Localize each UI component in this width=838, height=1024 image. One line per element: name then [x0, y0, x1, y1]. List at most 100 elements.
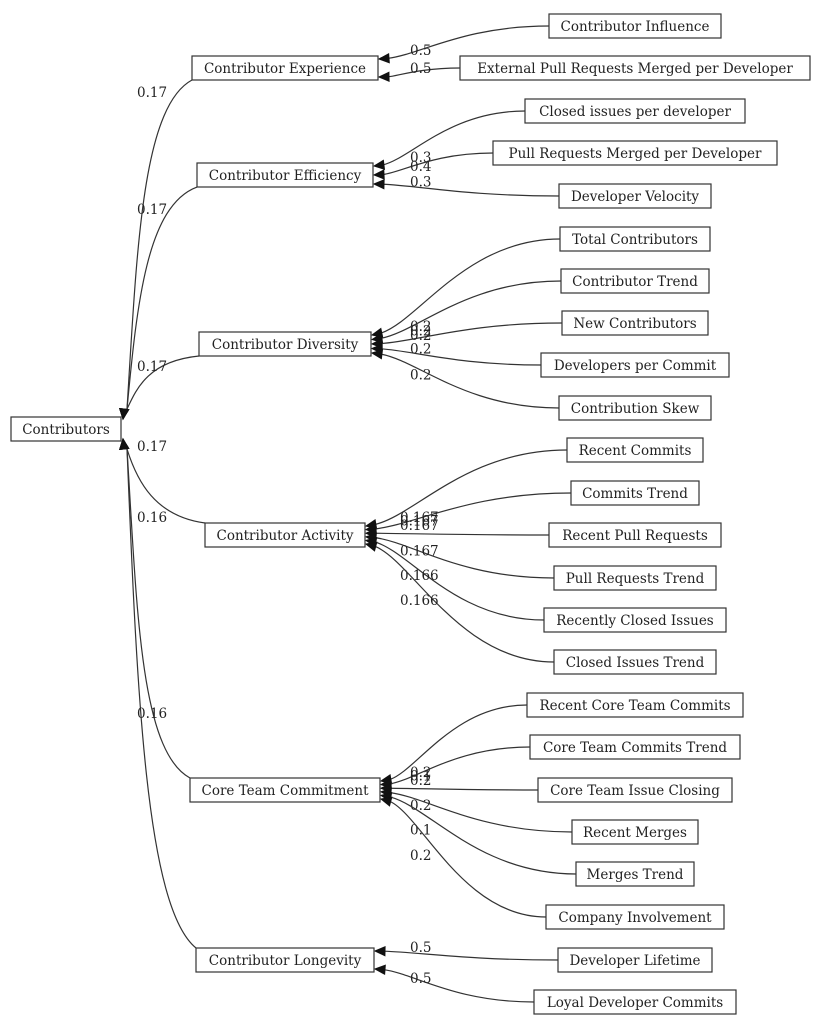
edge-weight-metric: 0.2 [410, 848, 431, 864]
metric-node[interactable]: Company Involvement [545, 904, 725, 930]
edge-metric-to-activity [364, 532, 555, 579]
metric-node-label: Commits Trend [582, 486, 688, 502]
arrowhead-icon [364, 541, 378, 552]
edge-weight-metric: 0.167 [400, 518, 439, 534]
edge-line [383, 969, 535, 1003]
metric-node[interactable]: Commits Trend [570, 480, 700, 506]
edge-weight-diversity: 0.17 [137, 359, 167, 375]
edge-metric-to-diversity [370, 349, 560, 409]
metric-node-label: Closed Issues Trend [566, 655, 705, 671]
category-node-experience-label: Contributor Experience [204, 61, 366, 77]
metric-node[interactable]: Core Team Commits Trend [529, 734, 741, 760]
edge-metric-to-core-team [379, 782, 539, 794]
edge-metric-to-longevity [373, 964, 535, 1003]
metric-node-label: Recent Core Team Commits [539, 698, 730, 714]
category-node-activity-label: Contributor Activity [216, 528, 353, 544]
category-node-experience[interactable]: Contributor Experience [191, 55, 379, 81]
edge-metric-to-efficiency [372, 179, 560, 197]
metric-node-label: Core Team Commits Trend [543, 740, 727, 756]
category-node-efficiency-label: Contributor Efficiency [209, 168, 362, 184]
arrowhead-icon [377, 71, 390, 83]
edge-line [126, 448, 191, 779]
metric-node[interactable]: Core Team Issue Closing [537, 777, 733, 803]
metric-node-label: Closed issues per developer [539, 104, 731, 120]
edge-weight-metric: 0.5 [410, 61, 431, 77]
root-node-contributors[interactable]: Contributors [10, 416, 122, 442]
category-node-activity[interactable]: Contributor Activity [204, 522, 366, 548]
arrowhead-icon [372, 169, 385, 180]
metric-node[interactable]: New Contributors [561, 310, 709, 336]
metric-node[interactable]: Recent Core Team Commits [526, 692, 744, 718]
arrowhead-icon [373, 964, 386, 976]
edge-line [380, 280, 562, 339]
metric-node[interactable]: Closed issues per developer [524, 98, 746, 124]
edge-efficiency-to-root [119, 186, 198, 421]
metric-node[interactable]: Pull Requests Merged per Developer [492, 140, 778, 166]
metric-node-label: Contributor Trend [572, 274, 698, 290]
edge-metric-to-diversity [370, 238, 561, 338]
metric-node-label: Company Involvement [558, 910, 712, 926]
metric-node-label: Recent Commits [579, 443, 692, 459]
edge-metric-to-diversity [370, 280, 562, 344]
metric-node[interactable]: Contributor Trend [560, 268, 710, 294]
edge-line [380, 353, 560, 409]
metric-node[interactable]: Total Contributors [559, 226, 711, 252]
category-node-longevity[interactable]: Contributor Longevity [195, 947, 375, 973]
edge-weight-metric: 0.5 [410, 971, 431, 987]
category-node-diversity-label: Contributor Diversity [212, 337, 359, 353]
metric-node[interactable]: Developer Velocity [558, 183, 712, 209]
metric-node[interactable]: Recent Commits [566, 437, 704, 463]
metric-node[interactable]: Merges Trend [575, 861, 695, 887]
edge-line [380, 238, 561, 334]
edge-metric-to-core-team [379, 746, 531, 789]
arrowhead-icon [377, 52, 390, 64]
edge-weight-metric: 0.5 [410, 43, 431, 59]
edge-core-team-to-root [119, 437, 191, 779]
edge-weight-metric: 0.166 [400, 593, 439, 609]
metric-node[interactable]: Loyal Developer Commits [533, 989, 737, 1015]
metric-node-label: Core Team Issue Closing [550, 783, 720, 799]
metric-node[interactable]: Contributor Influence [548, 13, 722, 39]
edge-weight-metric: 0.3 [410, 175, 431, 191]
edge-weight-metric: 0.2 [410, 367, 431, 383]
edge-weight-metric: 0.5 [410, 940, 431, 956]
metric-node-label: Developer Lifetime [569, 953, 700, 969]
category-node-core-team[interactable]: Core Team Commitment [189, 777, 381, 803]
edge-weight-metric: 0.167 [400, 543, 439, 559]
metric-tree-diagram: 0.170.50.50.170.30.40.30.170.20.20.20.20… [10, 13, 811, 1015]
category-node-diversity[interactable]: Contributor Diversity [198, 331, 372, 357]
edge-metric-to-activity [364, 541, 555, 663]
metric-node-label: Developers per Commit [554, 358, 717, 374]
metric-node-label: Recently Closed Issues [556, 613, 714, 629]
edge-line [126, 186, 198, 410]
edge-line [380, 322, 563, 345]
category-node-core-team-label: Core Team Commitment [202, 783, 370, 799]
metric-node[interactable]: Pull Requests Trend [553, 565, 717, 591]
metric-node[interactable]: Developers per Commit [540, 352, 730, 378]
edge-weight-metric: 0.4 [410, 159, 431, 175]
metric-node[interactable]: Closed Issues Trend [553, 649, 717, 675]
metric-node-label: Merges Trend [587, 867, 684, 883]
metric-node[interactable]: Contribution Skew [558, 395, 712, 421]
arrowhead-icon [372, 159, 386, 170]
metric-node[interactable]: External Pull Requests Merged per Develo… [459, 55, 811, 81]
edge-weight-efficiency: 0.17 [137, 202, 167, 218]
category-node-efficiency[interactable]: Contributor Efficiency [196, 162, 374, 188]
metric-node-label: Recent Merges [583, 825, 687, 841]
metric-node-label: Total Contributors [572, 232, 698, 248]
edge-metric-to-diversity [370, 322, 563, 349]
arrowhead-icon [370, 349, 384, 360]
metric-node[interactable]: Recent Merges [571, 819, 699, 845]
metric-node-label: Contributor Influence [561, 19, 710, 35]
edge-metric-to-core-team [379, 704, 528, 785]
metric-node-label: Pull Requests Trend [566, 571, 705, 587]
edge-weight-activity: 0.17 [137, 439, 167, 455]
metric-node[interactable]: Recent Pull Requests [548, 522, 722, 548]
metric-node[interactable]: Developer Lifetime [557, 947, 713, 973]
edge-weight-metric: 0.2 [410, 798, 431, 814]
metric-node[interactable]: Recently Closed Issues [543, 607, 727, 633]
metric-node-label: Loyal Developer Commits [547, 995, 723, 1011]
edge-weight-core-team: 0.16 [137, 510, 167, 526]
metric-node-label: Developer Velocity [571, 189, 699, 205]
edge-metric-to-activity [364, 537, 545, 621]
